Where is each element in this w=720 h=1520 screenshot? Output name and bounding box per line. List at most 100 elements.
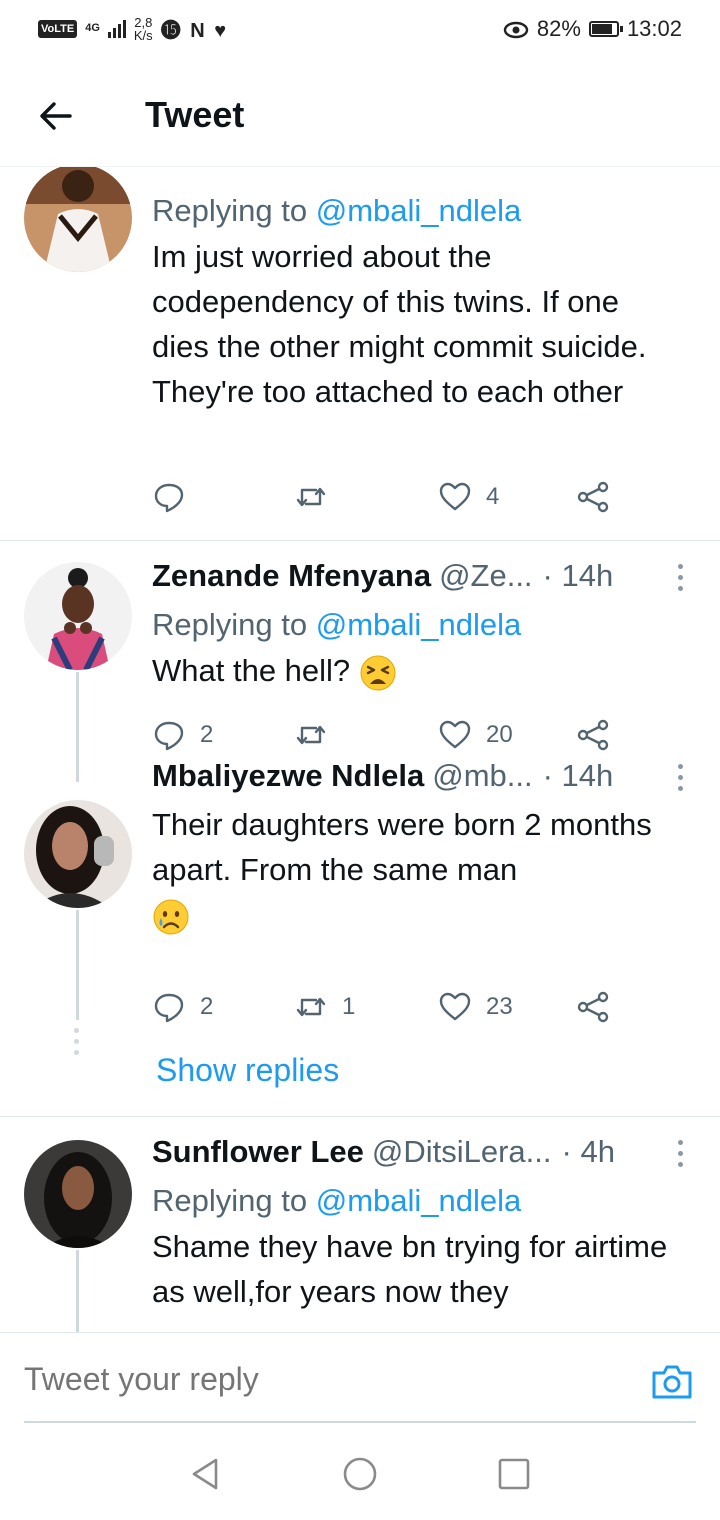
signal-icon	[107, 19, 126, 38]
replying-to: Replying to @mbali_ndlela	[152, 602, 684, 648]
tweet-text: Im just worried about the codependency o…	[152, 239, 647, 409]
tweet-text: Shame they have bn trying for airtime as…	[152, 1229, 668, 1309]
like-button[interactable]: 23	[438, 990, 513, 1024]
nav-home-icon[interactable]	[340, 1454, 380, 1494]
retweet-icon	[296, 487, 326, 507]
system-nav-bar	[0, 1424, 720, 1520]
network-speed: 2,8 K/s	[134, 16, 153, 42]
thread-line	[76, 1250, 79, 1332]
heart-icon	[439, 720, 471, 749]
share-icon	[577, 991, 609, 1023]
like-count: 23	[486, 993, 513, 1020]
reply-tweet-3[interactable]: Mbaliyezwe Ndlela @mb... · 14h Their dau…	[0, 758, 720, 1116]
avatar-photo	[24, 562, 132, 670]
replying-handle-link[interactable]: @mbali_ndlela	[316, 607, 522, 642]
replying-handle-link[interactable]: @mbali_ndlela	[316, 193, 522, 228]
replying-handle-link[interactable]: @mbali_ndlela	[316, 1183, 522, 1218]
tweet-content: Replying to @mbali_ndlela Im just worrie…	[152, 188, 684, 414]
tweet-divider	[0, 540, 720, 541]
thread-line	[76, 672, 79, 782]
like-count: 4	[486, 483, 500, 510]
nav-back-icon[interactable]	[186, 1454, 226, 1494]
reply-button[interactable]: 2	[152, 990, 213, 1024]
reply-bar	[0, 1332, 720, 1423]
tweet-header: Zenande Mfenyana @Ze... · 14h	[152, 558, 684, 602]
more-options-icon[interactable]	[670, 1134, 690, 1174]
tweet-content: Mbaliyezwe Ndlela @mb... · 14h Their dau…	[152, 758, 684, 937]
page-title: Tweet	[145, 94, 245, 135]
username[interactable]: @DitsiLera...	[372, 1134, 552, 1170]
avatar[interactable]	[24, 562, 132, 670]
tweet-actions: 4	[152, 480, 612, 520]
tweet-body: What the hell?	[152, 648, 684, 693]
username[interactable]: @mb...	[432, 758, 532, 794]
tweet-header: Mbaliyezwe Ndlela @mb... · 14h	[152, 758, 684, 802]
tweet-content: Zenande Mfenyana @Ze... · 14h Replying t…	[152, 558, 684, 693]
replying-to: Replying to @mbali_ndlela	[152, 1178, 684, 1224]
network-type: 4G	[85, 22, 100, 34]
timestamp: · 14h	[542, 758, 614, 793]
avatar[interactable]	[24, 1140, 132, 1248]
tweet-header: Sunflower Lee @DitsiLera... · 4h	[152, 1134, 684, 1178]
top-header: Tweet	[0, 62, 720, 167]
tweet-text: Their daughters were born 2 months apart…	[152, 807, 652, 887]
display-name[interactable]: Mbaliyezwe Ndlela	[152, 758, 424, 794]
notification-icons: ⓯ N ♥	[160, 20, 229, 42]
avatar-photo	[24, 1140, 132, 1248]
reply-input[interactable]	[24, 1361, 584, 1398]
reply-count: 2	[200, 721, 214, 748]
show-replies-link[interactable]: Show replies	[156, 1052, 339, 1089]
share-button[interactable]	[576, 480, 610, 514]
tweet-feed[interactable]: Replying to @mbali_ndlela Im just worrie…	[0, 166, 720, 1332]
tweet-divider	[0, 1116, 720, 1117]
retweet-button[interactable]	[294, 480, 342, 514]
tweet-actions: 2 1 23	[152, 990, 612, 1030]
tweet-body: Their daughters were born 2 months apart…	[152, 802, 684, 937]
nav-recents-icon[interactable]	[494, 1454, 534, 1494]
replying-label: Replying to	[152, 1183, 308, 1218]
display-name[interactable]: Sunflower Lee	[152, 1134, 364, 1170]
volte-indicator: VoLTE	[38, 19, 78, 38]
battery-fill	[591, 24, 612, 34]
status-left: VoLTE 4G 2,8 K/s ⓯ N ♥	[38, 14, 228, 43]
like-count: 20	[486, 721, 513, 748]
status-right: 82% 13:02	[503, 16, 682, 42]
retweet-button[interactable]: 1	[294, 990, 355, 1024]
share-button[interactable]	[576, 990, 610, 1024]
share-icon	[577, 719, 609, 751]
reply-count: 2	[200, 993, 214, 1020]
share-icon	[577, 481, 609, 513]
retweet-count: 1	[342, 993, 356, 1020]
thread-line	[76, 910, 79, 1020]
tired-face-emoji-icon	[360, 655, 396, 691]
replying-label: Replying to	[152, 607, 308, 642]
reply-button[interactable]: 2	[152, 718, 213, 752]
reply-button[interactable]	[152, 480, 200, 514]
camera-icon[interactable]	[650, 1361, 694, 1401]
like-button[interactable]: 4	[438, 480, 499, 514]
reply-tweet-4[interactable]: Sunflower Lee @DitsiLera... · 4h Replyin…	[0, 1118, 720, 1332]
reply-tweet-1[interactable]: Replying to @mbali_ndlela Im just worrie…	[0, 166, 720, 542]
avatar[interactable]	[24, 166, 132, 272]
avatar-photo	[24, 166, 132, 272]
reply-icon	[154, 993, 184, 1023]
retweet-icon	[296, 725, 326, 745]
timestamp: · 4h	[561, 1134, 615, 1169]
avatar[interactable]	[24, 800, 132, 908]
display-name[interactable]: Zenande Mfenyana	[152, 558, 431, 594]
like-button[interactable]: 20	[438, 718, 513, 752]
more-options-icon[interactable]	[670, 758, 690, 798]
heart-icon	[439, 482, 471, 511]
eye-comfort-icon	[503, 21, 529, 39]
clock: 13:02	[626, 16, 682, 41]
tweet-text: What the hell?	[152, 653, 351, 688]
reply-tweet-2[interactable]: Zenande Mfenyana @Ze... · 14h Replying t…	[0, 542, 720, 782]
reply-icon	[154, 721, 184, 751]
share-button[interactable]	[576, 718, 610, 752]
more-options-icon[interactable]	[670, 558, 690, 598]
retweet-icon	[296, 997, 326, 1017]
back-arrow-icon[interactable]	[36, 96, 76, 136]
username[interactable]: @Ze...	[439, 558, 532, 594]
speed-unit: K/s	[133, 27, 153, 43]
retweet-button[interactable]	[294, 718, 342, 752]
